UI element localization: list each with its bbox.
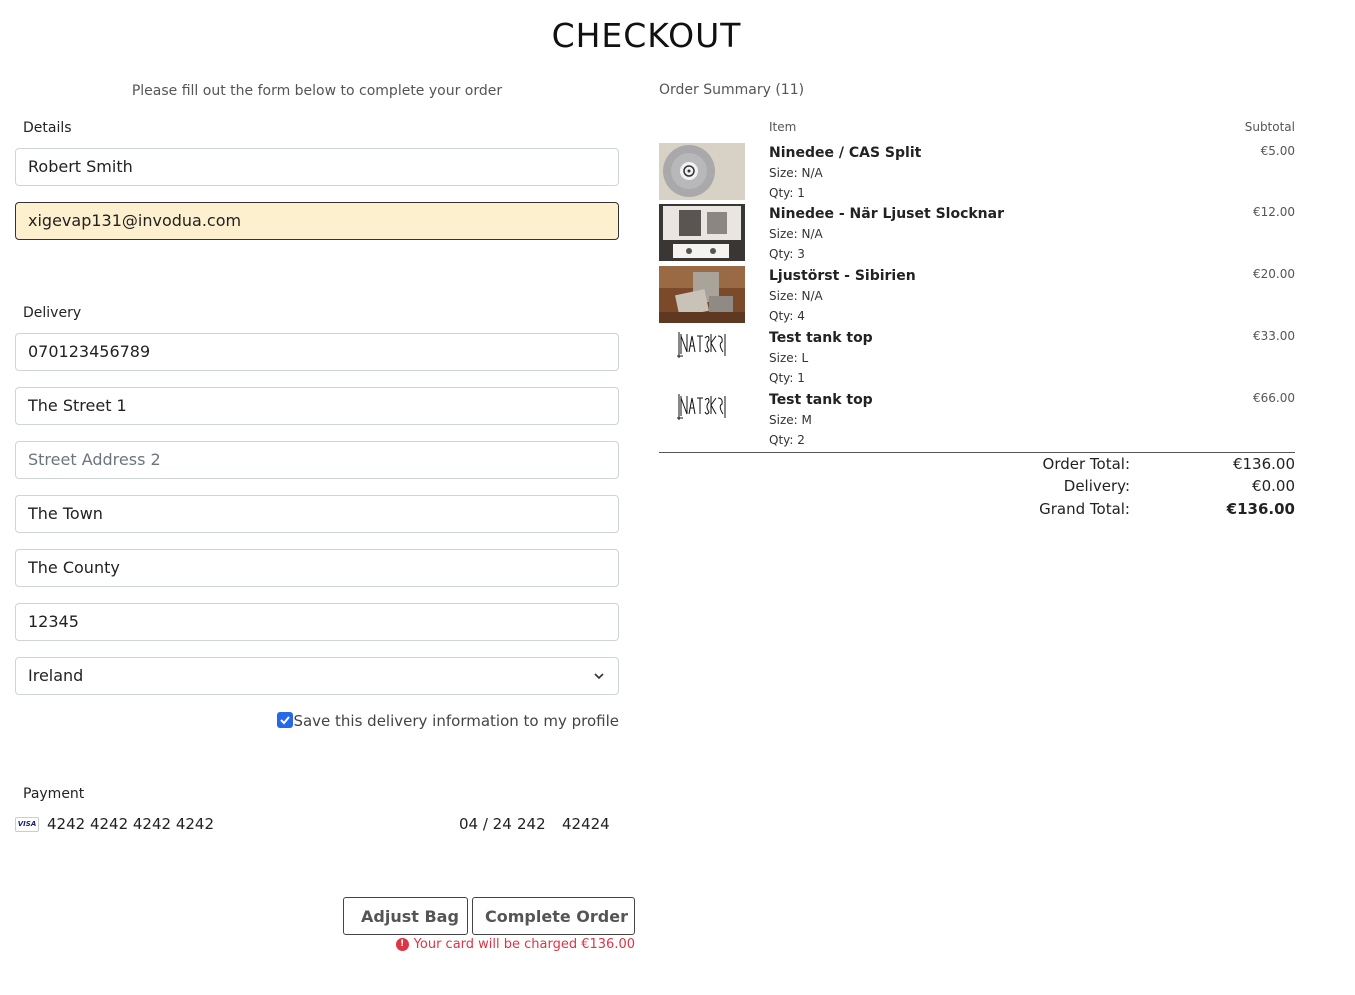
- full-name-input[interactable]: Robert Smith: [15, 148, 619, 186]
- item-qty: Qty: 1: [769, 371, 805, 385]
- card-number-field[interactable]: 4242 4242 4242 4242: [47, 815, 214, 833]
- checkmark-icon: [280, 716, 291, 725]
- item-subtotal: €33.00: [1253, 329, 1295, 343]
- item-size: Size: M: [769, 413, 812, 427]
- summary-divider: [659, 452, 1295, 453]
- item-name: Test tank top: [769, 330, 873, 346]
- delivery-cost-label: Delivery:: [1063, 477, 1130, 495]
- item-size: Size: L: [769, 351, 809, 365]
- country-select-value: Ireland: [28, 666, 84, 685]
- postcode-input[interactable]: 12345: [15, 603, 619, 641]
- save-info-label[interactable]: Save this delivery information to my pro…: [293, 712, 619, 730]
- payment-legend: Payment: [23, 786, 85, 802]
- item-name: Test tank top: [769, 392, 873, 408]
- cassette-image[interactable]: [659, 204, 745, 261]
- county-input[interactable]: The County: [15, 549, 619, 587]
- save-info-row: Save this delivery information to my pro…: [277, 712, 619, 730]
- order-summary-title: Order Summary (11): [659, 82, 805, 98]
- street-address-1-input[interactable]: The Street 1: [15, 387, 619, 425]
- item-qty: Qty: 1: [769, 186, 805, 200]
- band-logo-image[interactable]: [659, 328, 745, 385]
- email-input[interactable]: xigevap131@invodua.com: [15, 202, 619, 240]
- summary-col-item: Item: [769, 120, 797, 134]
- charge-message: ! Your card will be charged €136.00: [395, 937, 635, 952]
- summary-item: Test tank top Size: L Qty: 1 €33.00: [659, 328, 1295, 390]
- complete-order-button[interactable]: Complete Order: [472, 897, 635, 935]
- card-element[interactable]: VISA 4242 4242 4242 4242 04 / 24 242 424…: [15, 814, 619, 836]
- item-qty: Qty: 4: [769, 309, 805, 323]
- complete-order-label: Complete Order: [485, 906, 628, 926]
- form-instructions: Please fill out the form below to comple…: [131, 83, 503, 99]
- grand-total-value: €136.00: [1226, 500, 1295, 518]
- save-info-checkbox[interactable]: [277, 712, 294, 728]
- order-total-label: Order Total:: [1042, 455, 1130, 473]
- item-qty: Qty: 2: [769, 433, 805, 447]
- item-qty: Qty: 3: [769, 247, 805, 261]
- grand-total-label: Grand Total:: [1039, 500, 1130, 518]
- details-legend: Details: [23, 120, 72, 136]
- band-logo-image[interactable]: [659, 390, 745, 447]
- card-zip-field[interactable]: 42424: [562, 815, 610, 833]
- item-subtotal: €66.00: [1253, 391, 1295, 405]
- item-size: Size: N/A: [769, 227, 823, 241]
- summary-item: Ljustörst - Sibirien Size: N/A Qty: 4 €2…: [659, 266, 1295, 328]
- item-subtotal: €20.00: [1253, 267, 1295, 281]
- vinyl-record-image[interactable]: [659, 143, 745, 200]
- item-subtotal: €5.00: [1260, 144, 1295, 158]
- country-select[interactable]: Ireland: [15, 657, 619, 695]
- item-size: Size: N/A: [769, 166, 823, 180]
- page-title: CHECKOUT: [551, 16, 742, 55]
- item-name: Ninedee / CAS Split: [769, 145, 922, 161]
- item-name: Ljustörst - Sibirien: [769, 268, 916, 284]
- card-expiry-field[interactable]: 04 / 24: [459, 815, 512, 833]
- adjust-bag-button[interactable]: Adjust Bag: [343, 897, 468, 935]
- charge-message-text: Your card will be charged €136.00: [413, 937, 635, 952]
- delivery-cost-value: €0.00: [1252, 477, 1295, 495]
- street-address-2-input[interactable]: Street Address 2: [15, 441, 619, 479]
- visa-card-icon: VISA: [15, 817, 39, 832]
- item-subtotal: €12.00: [1253, 205, 1295, 219]
- item-name: Ninedee - När Ljuset Slocknar: [769, 206, 1004, 222]
- adjust-bag-label: Adjust Bag: [361, 906, 459, 926]
- chevron-down-icon: [594, 673, 604, 680]
- card-cvc-field[interactable]: 242: [517, 815, 546, 833]
- summary-item: Ninedee / CAS Split Size: N/A Qty: 1 €5.…: [659, 143, 1295, 205]
- town-input[interactable]: The Town: [15, 495, 619, 533]
- tape-box-image[interactable]: [659, 266, 745, 323]
- summary-col-subtotal: Subtotal: [1244, 120, 1295, 134]
- instructions-wrap: Please fill out the form below to comple…: [15, 78, 619, 104]
- summary-item: Ninedee - När Ljuset Slocknar Size: N/A …: [659, 204, 1295, 266]
- alert-circle-icon: !: [395, 938, 409, 951]
- item-size: Size: N/A: [769, 289, 823, 303]
- delivery-legend: Delivery: [23, 305, 82, 321]
- order-total-value: €136.00: [1232, 455, 1295, 473]
- summary-item: Test tank top Size: M Qty: 2 €66.00: [659, 390, 1295, 452]
- phone-input[interactable]: 070123456789: [15, 333, 619, 371]
